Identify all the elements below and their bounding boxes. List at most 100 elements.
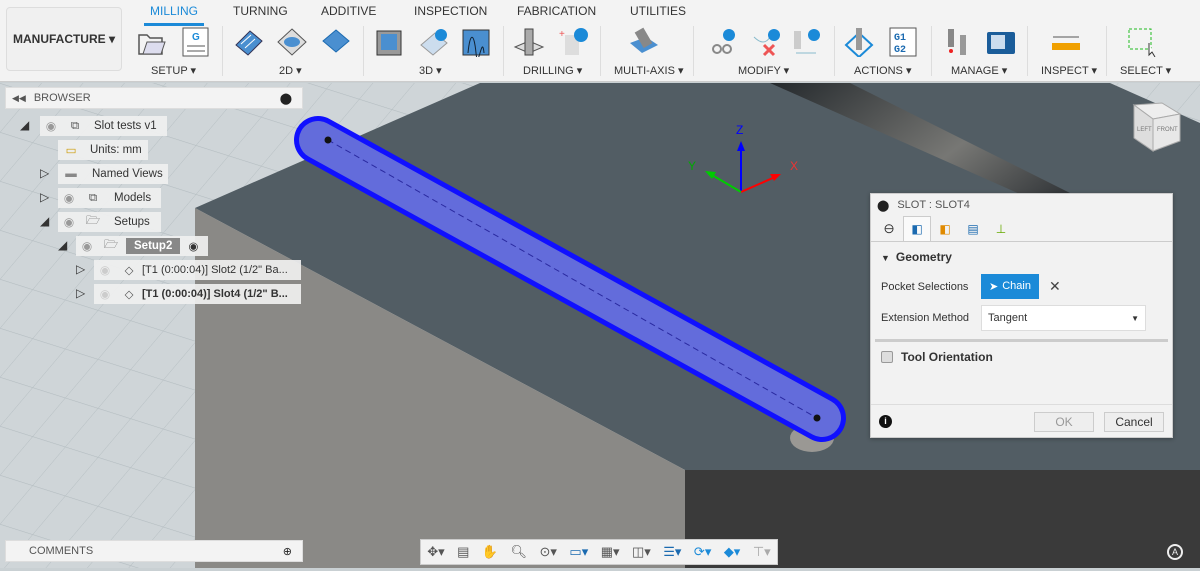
drill-icon[interactable] xyxy=(513,27,545,57)
group-manage[interactable]: MANAGE ▾ xyxy=(951,64,1007,77)
tree-node-slot2[interactable]: ◉ ◇ [T1 (0:00:04)] Slot2 (1/2" Ba... xyxy=(94,260,301,280)
tree-node-setup2[interactable]: ◉ 🗁 Setup2 ◉ xyxy=(76,236,208,256)
tab-turning[interactable]: TURNING xyxy=(233,4,288,18)
browser-header[interactable]: ◀◀ BROWSER ⬤ xyxy=(5,87,303,109)
3d-contour-icon[interactable] xyxy=(460,27,492,57)
tab-fabrication[interactable]: FABRICATION xyxy=(517,4,596,18)
group-drilling[interactable]: DRILLING ▾ xyxy=(523,64,582,77)
hole-recognition-icon[interactable]: + xyxy=(557,27,589,57)
browser-title: BROWSER xyxy=(33,92,91,104)
measure-icon[interactable] xyxy=(1050,27,1082,57)
eye-icon[interactable]: ◉ xyxy=(76,239,98,253)
tab-geometry[interactable]: ◧ xyxy=(903,216,931,241)
collapse-arrow[interactable]: ◢ xyxy=(20,118,32,132)
tree-node-units[interactable]: ▭ Units: mm xyxy=(58,140,148,160)
chain-selection-button[interactable]: ➤ Chain xyxy=(981,274,1039,299)
cancel-button[interactable]: Cancel xyxy=(1104,411,1164,432)
geometry-header[interactable]: ▼ Geometry xyxy=(881,250,1162,264)
expand-arrow[interactable]: ▷ xyxy=(40,190,52,204)
group-inspect[interactable]: INSPECT ▾ xyxy=(1041,64,1097,77)
tree-node-named-views[interactable]: ▬ Named Views xyxy=(58,164,168,184)
group-select[interactable]: SELECT ▾ xyxy=(1120,64,1171,77)
2d-pocket-icon[interactable] xyxy=(276,27,308,57)
active-setup-icon[interactable]: ◉ xyxy=(188,239,198,253)
eye-icon[interactable]: ◉ xyxy=(58,191,80,205)
help-icon[interactable]: A xyxy=(1167,544,1183,560)
machine-library-icon[interactable] xyxy=(985,27,1017,57)
tool-library-icon[interactable] xyxy=(942,27,974,57)
grid-icon[interactable]: ▦▾ xyxy=(601,544,620,560)
expand-arrow[interactable]: ▷ xyxy=(76,286,88,300)
look-at-icon[interactable]: ▤ xyxy=(457,544,469,560)
zoom-icon[interactable]: 🔍︎ xyxy=(511,544,528,560)
layers-icon[interactable]: ☰▾ xyxy=(663,544,681,560)
slot-end-point xyxy=(813,414,821,422)
tool-orientation-checkbox[interactable] xyxy=(881,351,893,363)
expand-arrow[interactable]: ▷ xyxy=(76,262,88,276)
dialog-tabs: 🜔 ◧ ◧ ▤ ⊥ xyxy=(871,216,1172,242)
tab-passes[interactable]: ▤ xyxy=(959,216,987,241)
nc-program-icon[interactable]: G xyxy=(180,27,212,57)
divider xyxy=(931,26,932,76)
expand-arrow[interactable]: ▷ xyxy=(40,166,52,180)
2d-adaptive-icon[interactable] xyxy=(232,27,264,57)
comments-header[interactable]: COMMENTS ⊕ xyxy=(5,540,303,562)
workspace-switcher[interactable]: MANUFACTURE ▾ xyxy=(6,7,122,71)
tab-additive[interactable]: ADDITIVE xyxy=(321,4,376,18)
viewcube-front-label: FRONT xyxy=(1157,127,1178,133)
eye-icon[interactable]: ◉ xyxy=(40,119,62,133)
group-modify[interactable]: MODIFY ▾ xyxy=(738,64,789,77)
minimize-dialog-icon[interactable]: ⬤ xyxy=(877,199,889,212)
group-actions[interactable]: ACTIONS ▾ xyxy=(854,64,911,77)
minimize-icon[interactable]: ⬤ xyxy=(280,92,292,105)
delete-toolpath-icon[interactable] xyxy=(750,27,782,57)
group-multi-axis[interactable]: MULTI-AXIS ▾ xyxy=(614,64,684,77)
operation-icon: ◇ xyxy=(124,265,134,277)
pan-icon[interactable]: ✋ xyxy=(482,544,498,560)
eye-icon[interactable]: ◉ xyxy=(58,215,80,229)
fit-icon[interactable]: ⊙▾ xyxy=(540,544,557,560)
tab-utilities[interactable]: UTILITIES xyxy=(630,4,686,18)
post-process-icon[interactable]: G1G2 xyxy=(888,27,920,57)
tab-inspection[interactable]: INSPECTION xyxy=(414,4,487,18)
select-window-icon[interactable] xyxy=(1125,27,1157,57)
tab-linking[interactable]: ⊥ xyxy=(987,216,1015,241)
operation-icon: ◇ xyxy=(124,289,134,301)
tab-milling[interactable]: MILLING xyxy=(143,4,205,26)
dialog-title: SLOT : SLOT4 xyxy=(897,199,970,211)
3d-pocket-icon[interactable] xyxy=(417,27,449,57)
extension-method-select[interactable]: Tangent ▼ xyxy=(981,305,1146,331)
orbit-icon[interactable]: ✥▾ xyxy=(427,544,444,560)
tree-node-models[interactable]: ◉ ⧉ Models xyxy=(58,188,161,208)
tree-node-slot4[interactable]: ◉ ◇ [T1 (0:00:04)] Slot4 (1/2" B... xyxy=(94,284,301,304)
hidden-eye-icon[interactable]: ◉ xyxy=(94,263,116,277)
hidden-eye-icon[interactable]: ◉ xyxy=(94,287,116,301)
slot-start-point xyxy=(324,136,332,144)
group-3d[interactable]: 3D ▾ xyxy=(419,64,442,77)
tab-tool[interactable]: 🜔 xyxy=(875,216,903,241)
group-setup[interactable]: SETUP ▾ xyxy=(151,64,196,77)
trim-toolpath-icon[interactable] xyxy=(705,27,737,57)
tree-node-root[interactable]: ◉ ⧉ Slot tests v1 xyxy=(40,116,167,136)
collapse-arrow[interactable]: ◢ xyxy=(58,238,70,252)
ok-button[interactable]: OK xyxy=(1034,411,1094,432)
multi-axis-swarf-icon[interactable] xyxy=(628,27,660,57)
display-settings-icon[interactable]: ▭▾ xyxy=(569,544,588,560)
clear-selection-icon[interactable]: ✕ xyxy=(1049,278,1061,295)
viewports-icon[interactable]: ◫▾ xyxy=(632,544,651,560)
refresh-icon[interactable]: ⟳▾ xyxy=(694,544,711,560)
tool-display-icon[interactable]: ⊤▾ xyxy=(753,544,771,560)
group-2d[interactable]: 2D ▾ xyxy=(279,64,302,77)
add-comment-icon[interactable]: ⊕ xyxy=(283,545,292,558)
stock-display-icon[interactable]: ◆▾ xyxy=(724,544,741,560)
tab-heights[interactable]: ◧ xyxy=(931,216,959,241)
new-setup-icon[interactable] xyxy=(136,27,168,57)
3d-adaptive-icon[interactable] xyxy=(373,27,405,57)
collapse-icon[interactable]: ◀◀ xyxy=(12,93,26,104)
face-icon[interactable] xyxy=(320,27,352,57)
collapse-arrow[interactable]: ◢ xyxy=(40,214,52,228)
simulate-icon[interactable] xyxy=(843,27,875,57)
info-icon[interactable]: i xyxy=(879,415,892,428)
move-toolpath-icon[interactable] xyxy=(790,27,822,57)
tree-node-setups[interactable]: ◉ 🗁 Setups xyxy=(58,212,161,232)
